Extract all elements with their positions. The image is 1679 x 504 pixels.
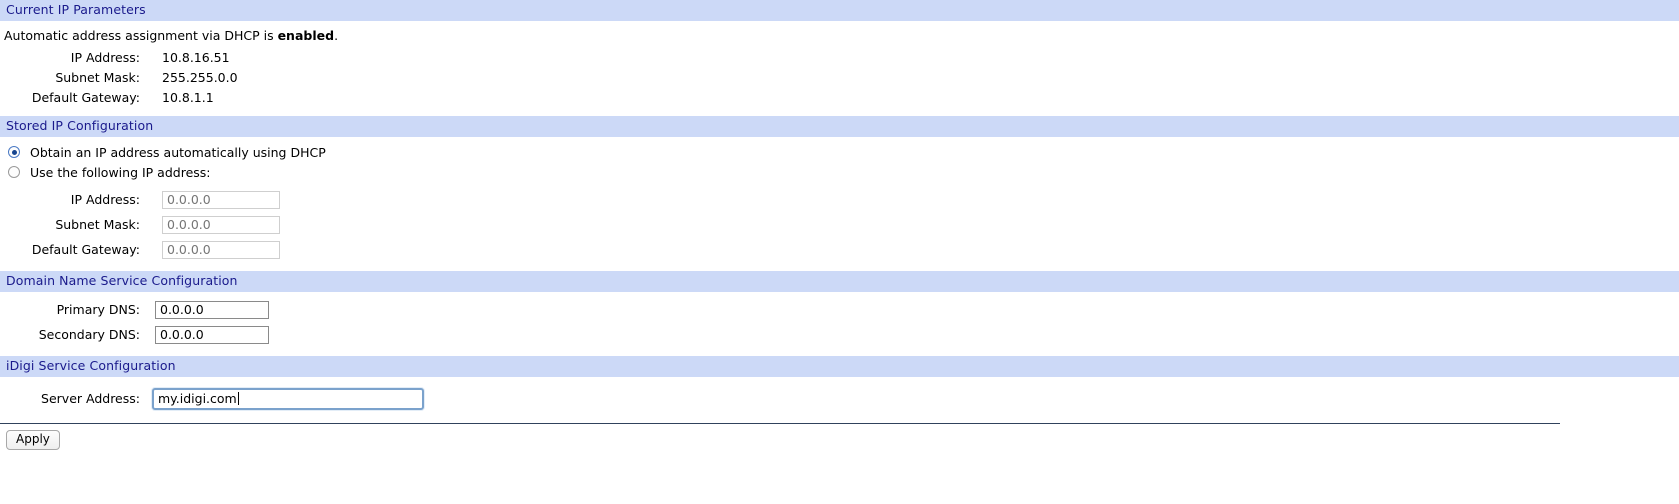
spacer-before-server-address (0, 377, 1679, 386)
section-header-current-ip: Current IP Parameters (0, 0, 1679, 21)
stored-ip-address-row: IP Address: (0, 187, 1679, 212)
spacer-after-dns (0, 347, 1679, 356)
footer-actions: Apply (0, 424, 1679, 450)
stored-default-gateway-row: Default Gateway: (0, 237, 1679, 262)
secondary-dns-row: Secondary DNS: (0, 322, 1679, 347)
stored-default-gateway-label: Default Gateway: (31, 242, 140, 257)
stored-ip-address-label: IP Address: (70, 192, 140, 207)
stored-subnet-mask-label: Subnet Mask: (55, 217, 140, 232)
current-subnet-mask-value: 255.255.0.0 (162, 69, 238, 85)
current-subnet-mask-label: Subnet Mask: (55, 69, 140, 85)
secondary-dns-input[interactable] (155, 325, 269, 344)
primary-dns-label: Primary DNS: (56, 302, 140, 317)
secondary-dns-label: Secondary DNS: (38, 327, 140, 342)
spacer-after-stored-ip (0, 262, 1679, 271)
stored-ip-address-input[interactable] (162, 190, 280, 209)
stored-subnet-mask-row: Subnet Mask: (0, 212, 1679, 237)
server-address-label: Server Address: (41, 391, 140, 406)
primary-dns-input[interactable] (155, 300, 269, 319)
radio-static-ip-label: Use the following IP address: (30, 164, 211, 180)
current-ip-address-label: IP Address: (70, 49, 140, 65)
stored-subnet-mask-input[interactable] (162, 215, 280, 234)
primary-dns-row: Primary DNS: (0, 297, 1679, 322)
ip-configuration-page: Current IP Parameters Automatic address … (0, 0, 1679, 504)
spacer-after-current-ip (0, 107, 1679, 116)
dhcp-status-suffix: . (334, 28, 339, 43)
apply-button[interactable]: Apply (6, 430, 60, 450)
text-caret (237, 392, 239, 405)
dhcp-status-text: Automatic address assignment via DHCP is… (0, 21, 1679, 47)
radio-dhcp-icon[interactable] (8, 146, 20, 158)
section-header-stored-ip: Stored IP Configuration (0, 116, 1679, 137)
stored-default-gateway-input[interactable] (162, 240, 280, 259)
current-default-gateway-row: Default Gateway: 10.8.1.1 (0, 87, 1679, 107)
current-default-gateway-label: Default Gateway: (31, 89, 140, 105)
section-body-stored-ip: Obtain an IP address automatically using… (0, 137, 1679, 262)
server-address-value: my.idigi.com (158, 390, 237, 406)
current-ip-address-value: 10.8.16.51 (162, 49, 230, 65)
server-address-input[interactable]: my.idigi.com (152, 387, 424, 410)
dhcp-status-value: enabled (277, 28, 335, 43)
section-body-dns: Primary DNS: Secondary DNS: (0, 292, 1679, 347)
current-default-gateway-value: 10.8.1.1 (162, 89, 214, 105)
radio-row-static-ip[interactable]: Use the following IP address: (0, 162, 1679, 182)
section-body-current-ip: Automatic address assignment via DHCP is… (0, 21, 1679, 107)
section-body-idigi: Server Address: my.idigi.com (0, 377, 1679, 411)
dhcp-status-prefix: Automatic address assignment via DHCP is (4, 28, 278, 43)
radio-dhcp-label: Obtain an IP address automatically using… (30, 144, 326, 160)
radio-row-dhcp[interactable]: Obtain an IP address automatically using… (0, 142, 1679, 162)
section-header-dns: Domain Name Service Configuration (0, 271, 1679, 292)
section-header-idigi: iDigi Service Configuration (0, 356, 1679, 377)
current-subnet-mask-row: Subnet Mask: 255.255.0.0 (0, 67, 1679, 87)
current-ip-address-row: IP Address: 10.8.16.51 (0, 47, 1679, 67)
radio-static-ip-icon[interactable] (8, 166, 20, 178)
server-address-row: Server Address: my.idigi.com (0, 386, 1679, 411)
